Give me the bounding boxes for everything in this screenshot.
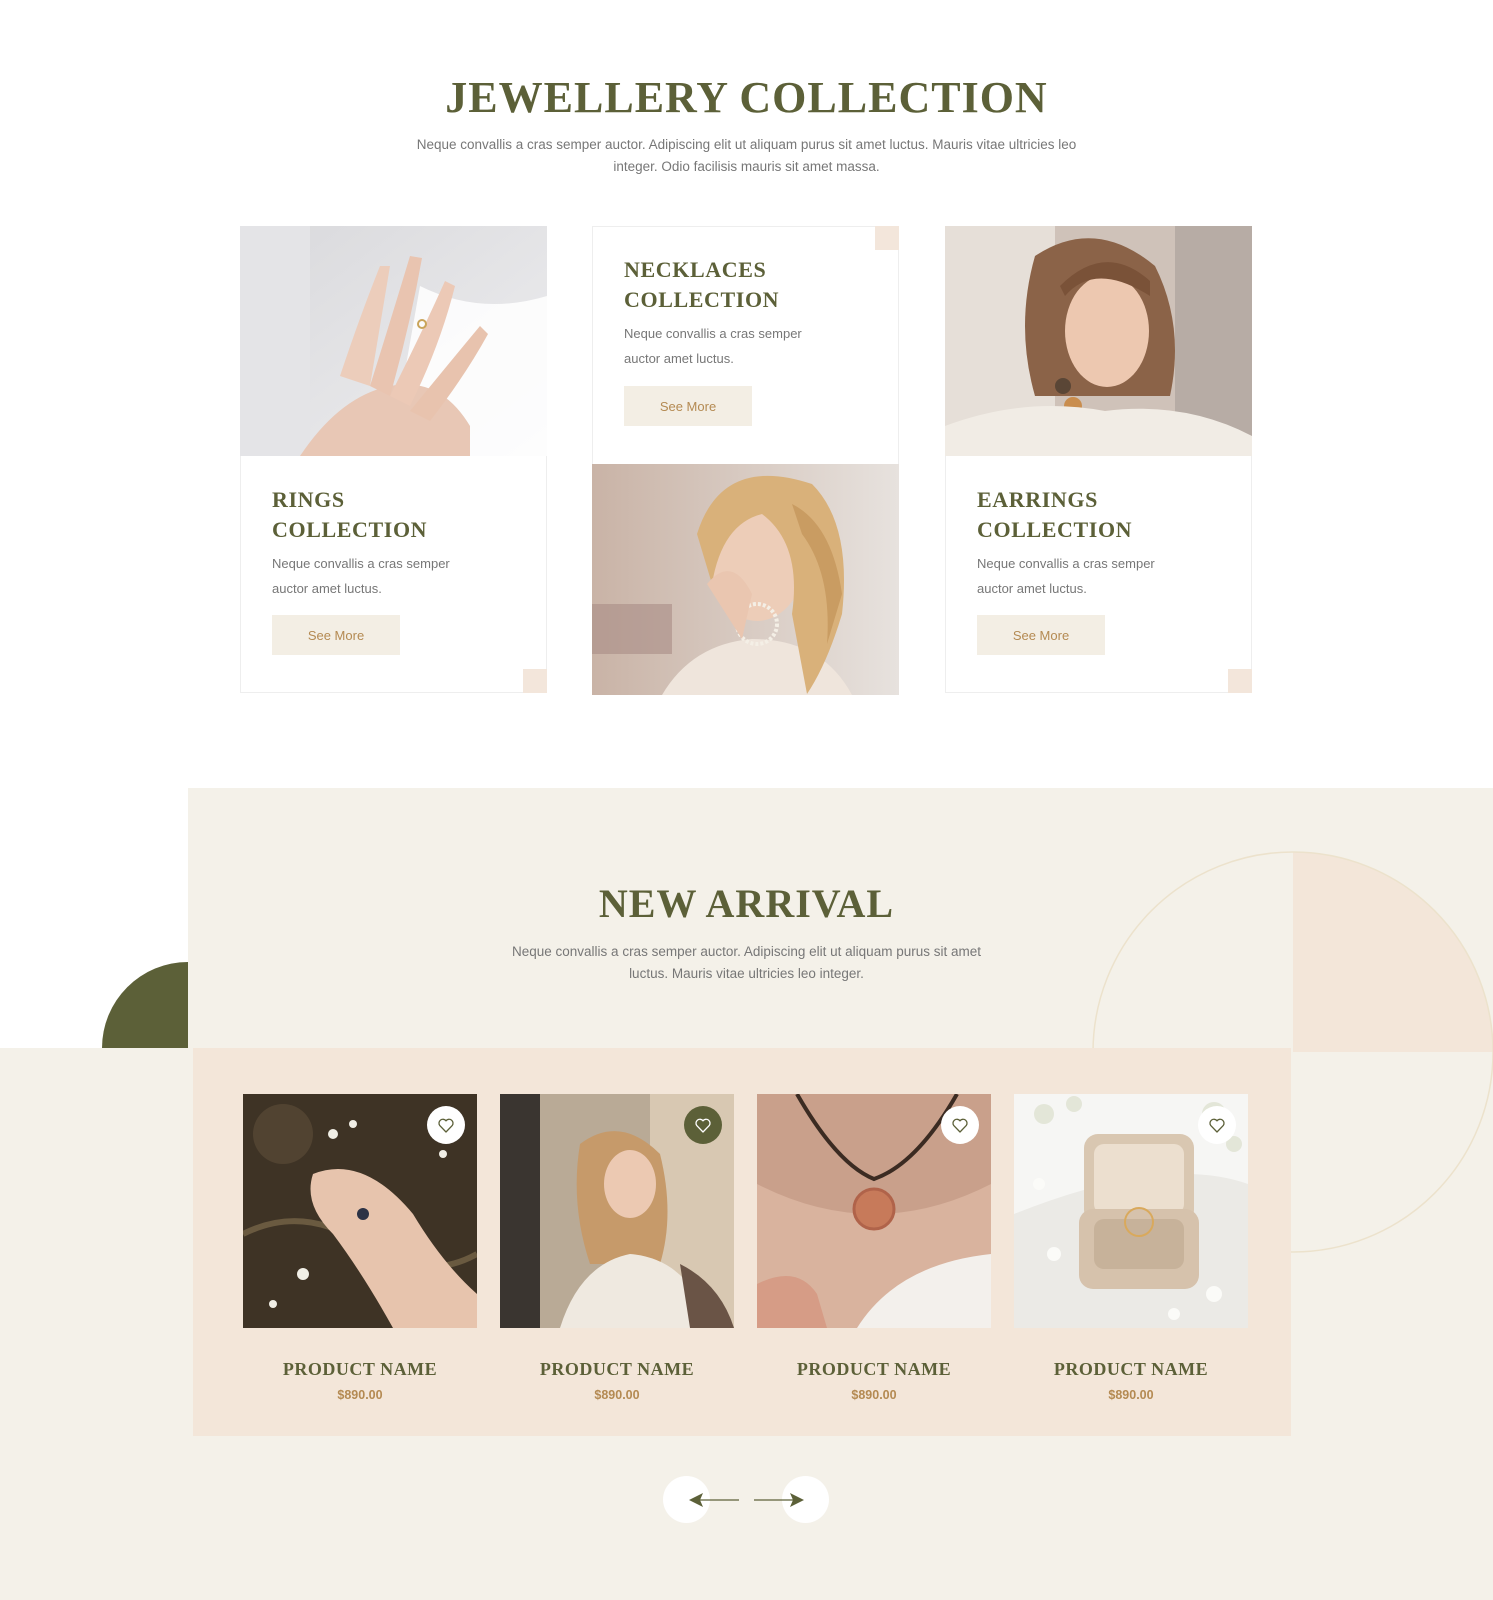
rings-collection-card: RINGS COLLECTION Neque convallis a cras … — [240, 226, 547, 693]
product-card[interactable]: PRODUCT NAME $890.00 — [757, 1094, 991, 1402]
heart-icon — [695, 1118, 711, 1133]
earrings-photo — [945, 226, 1252, 456]
product-image[interactable] — [243, 1094, 477, 1328]
heart-icon — [438, 1118, 454, 1133]
product-card[interactable]: PRODUCT NAME $890.00 — [243, 1094, 477, 1402]
earrings-collection-card: EARRINGS COLLECTION Neque convallis a cr… — [945, 226, 1252, 693]
rings-card-text: Neque convallis a cras semper auctor ame… — [272, 556, 450, 596]
product-name[interactable]: PRODUCT NAME — [1014, 1359, 1248, 1380]
arrow-left-icon[interactable] — [687, 1490, 739, 1510]
rings-photo — [240, 226, 547, 456]
product-image[interactable] — [500, 1094, 734, 1328]
necklaces-collection-card: NECKLACES COLLECTION Neque convallis a c… — [592, 226, 899, 695]
earrings-card-title: EARRINGS COLLECTION — [977, 487, 1133, 542]
corner-decoration — [1228, 669, 1252, 693]
product-image[interactable] — [1014, 1094, 1248, 1328]
favorite-button[interactable] — [941, 1106, 979, 1144]
favorite-button[interactable] — [427, 1106, 465, 1144]
new-arrival-title: NEW ARRIVAL — [598, 881, 895, 926]
rings-see-more-button[interactable]: See More — [272, 615, 400, 655]
product-name[interactable]: PRODUCT NAME — [243, 1359, 477, 1380]
heart-icon — [1209, 1118, 1225, 1133]
corner-decoration — [523, 669, 547, 693]
product-name[interactable]: PRODUCT NAME — [500, 1359, 734, 1380]
new-arrival-description: Neque convallis a cras semper auctor. Ad… — [512, 944, 981, 981]
product-name[interactable]: PRODUCT NAME — [757, 1359, 991, 1380]
favorite-button[interactable] — [1198, 1106, 1236, 1144]
collection-description: Neque convallis a cras semper auctor. Ad… — [416, 137, 1077, 174]
earrings-card-text: Neque convallis a cras semper auctor ame… — [977, 556, 1155, 596]
product-price: $890.00 — [851, 1388, 897, 1402]
necklaces-card-title: NECKLACES COLLECTION — [624, 257, 780, 312]
earrings-see-more-button[interactable]: See More — [977, 615, 1105, 655]
product-price: $890.00 — [594, 1388, 640, 1402]
necklaces-card-text: Neque convallis a cras semper auctor ame… — [624, 326, 802, 366]
rings-card-title: RINGS COLLECTION — [272, 487, 428, 542]
product-price: $890.00 — [1108, 1388, 1154, 1402]
product-image[interactable] — [757, 1094, 991, 1328]
arrow-right-icon[interactable] — [754, 1490, 806, 1510]
favorite-button[interactable] — [684, 1106, 722, 1144]
necklaces-photo — [592, 464, 899, 695]
product-card[interactable]: PRODUCT NAME $890.00 — [1014, 1094, 1248, 1402]
corner-decoration — [875, 226, 899, 250]
heart-icon — [952, 1118, 968, 1133]
necklaces-see-more-button[interactable]: See More — [624, 386, 752, 426]
product-price: $890.00 — [337, 1388, 383, 1402]
collection-title: JEWELLERY COLLECTION — [445, 73, 1048, 122]
product-card[interactable]: PRODUCT NAME $890.00 — [500, 1094, 734, 1402]
